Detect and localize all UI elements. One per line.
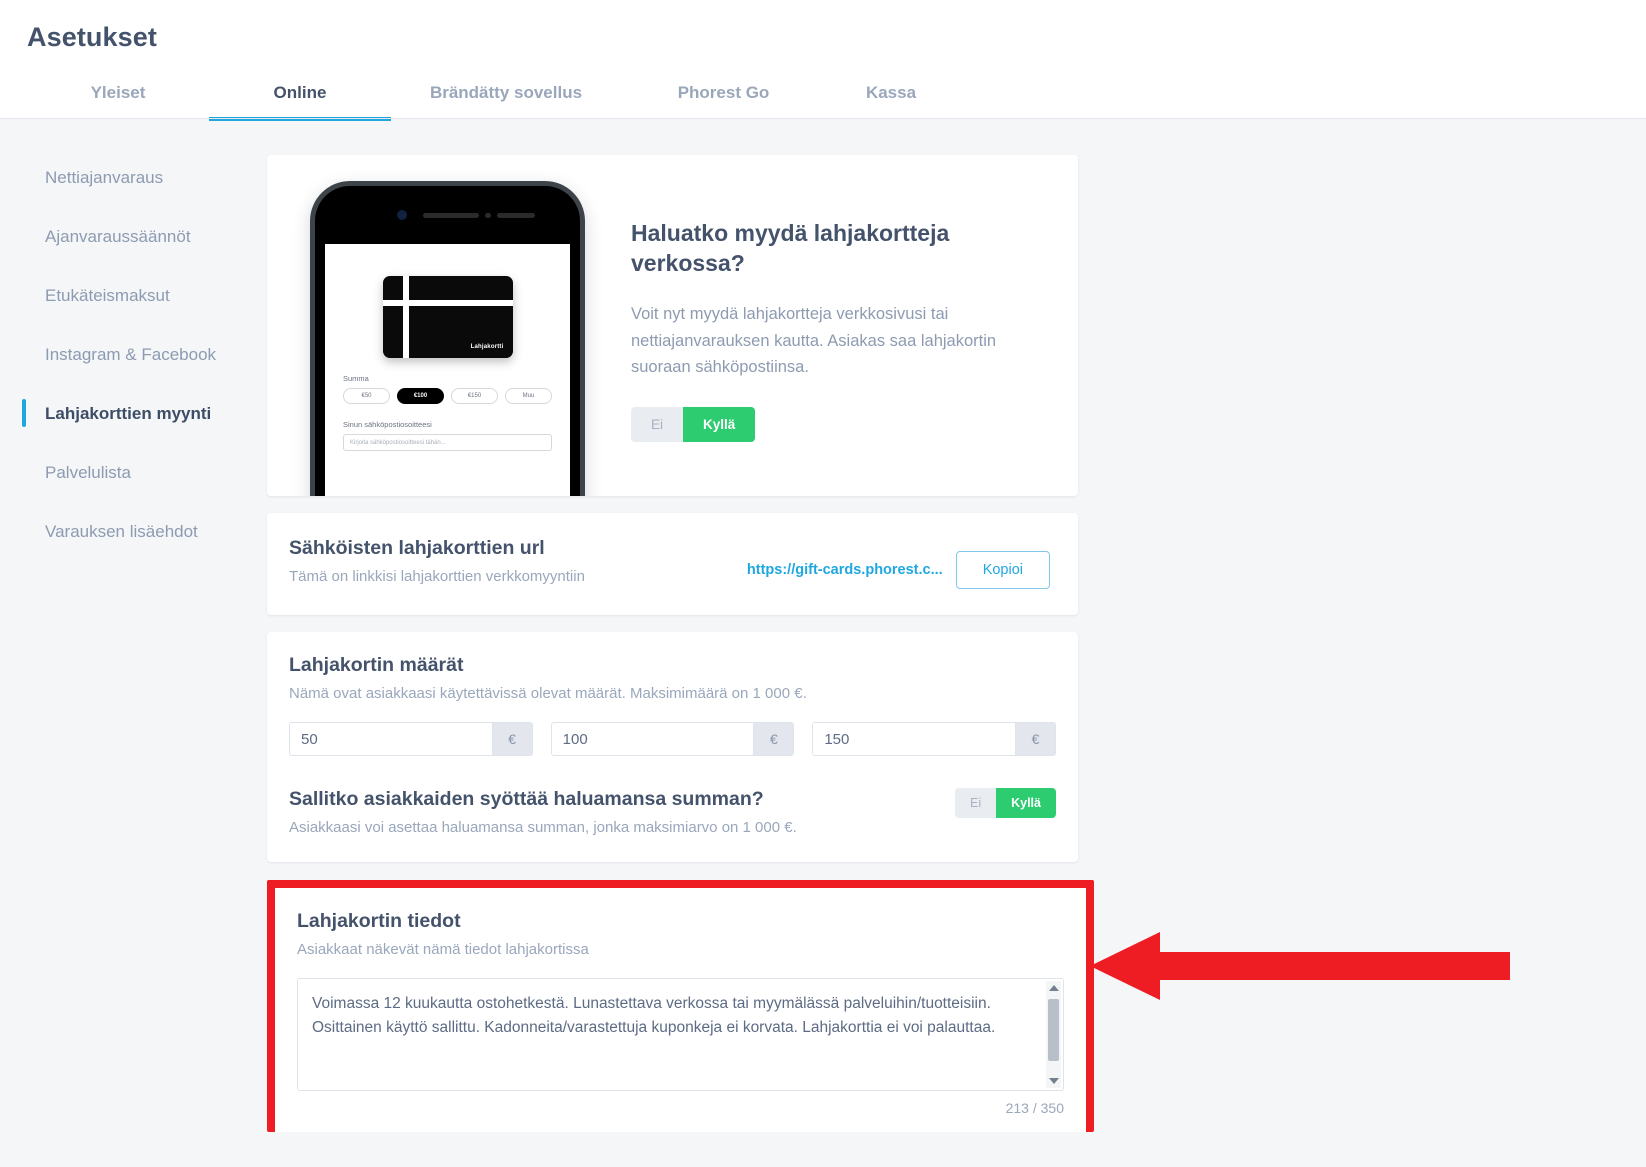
tab-kassa[interactable]: Kassa [826, 74, 956, 121]
sell-online-toggle-no[interactable]: Ei [631, 406, 684, 442]
amount-field-3[interactable]: € [812, 722, 1057, 756]
amount-input-2[interactable] [551, 723, 754, 755]
sidebar-item-instagram-facebook[interactable]: Instagram & Facebook [0, 332, 267, 378]
amounts-section-title: Lahjakortin määrät [289, 654, 464, 676]
promo-text-block: Haluatko myydä lahjakortteja verkossa? V… [631, 219, 1031, 442]
sell-online-toggle[interactable]: Ei Kyllä [631, 406, 756, 442]
sidebar-item-lahjakorttien-myynti[interactable]: Lahjakorttien myynti [0, 391, 267, 437]
details-textarea[interactable]: Voimassa 12 kuukautta ostohetkestä. Luna… [297, 978, 1064, 1091]
phone-amount-label: Summa [343, 374, 369, 383]
gift-card-amounts-card: Lahjakortin määrät Nämä ovat asiakkaasi … [267, 632, 1078, 862]
speaker-icon [423, 213, 479, 218]
camera-icon [397, 210, 407, 220]
amount-fields-row: € € € [289, 722, 1057, 756]
url-section-title: Sähköisten lahjakorttien url [289, 537, 545, 559]
details-textarea-value[interactable]: Voimassa 12 kuukautta ostohetkestä. Luna… [298, 979, 1063, 1050]
phone-email-label: Sinun sähköpostiosoitteesi [343, 420, 432, 429]
allow-custom-toggle-yes[interactable]: Kyllä [996, 788, 1056, 818]
promo-description: Voit nyt myydä lahjakortteja verkkosivus… [631, 304, 997, 377]
sidebar-item-palvelulista[interactable]: Palvelulista [0, 450, 267, 496]
amount-field-1[interactable]: € [289, 722, 533, 756]
sidebar-item-ajanvaraussaannot[interactable]: Ajanvaraussäännöt [0, 214, 267, 260]
sidebar-item-etukateismaksut[interactable]: Etukäteismaksut [0, 273, 267, 319]
amount-input-3[interactable] [813, 723, 1016, 755]
copy-url-button[interactable]: Kopioi [955, 551, 1050, 589]
allow-custom-title: Sallitko asiakkaiden syöttää haluamansa … [289, 788, 764, 810]
scroll-up-arrow-icon[interactable] [1049, 985, 1059, 991]
tab-yleiset[interactable]: Yleiset [27, 74, 209, 121]
allow-custom-subtitle: Asiakkaasi voi asettaa haluamansa summan… [289, 819, 797, 836]
phone-body: Lahjakortti Summa €50 €100 €150 Muu Sinu… [315, 186, 580, 496]
sidebar-item-nettiajanvaraus[interactable]: Nettiajanvaraus [0, 155, 267, 201]
tab-phorest-go[interactable]: Phorest Go [621, 74, 826, 121]
details-character-counter: 213 / 350 [1005, 1100, 1064, 1116]
ribbon-horizontal [382, 300, 513, 306]
settings-tabs: Yleiset Online Brändätty sovellus Phores… [27, 74, 956, 121]
phone-amount-chips: €50 €100 €150 Muu [343, 388, 552, 404]
page-header: Asetukset Yleiset Online Brändätty sovel… [0, 0, 1646, 121]
details-highlight-box: Lahjakortin tiedot Asiakkaat näkevät näm… [267, 880, 1094, 1132]
gift-card-graphic-label: Lahjakortti [470, 344, 504, 350]
phone-mockup: Lahjakortti Summa €50 €100 €150 Muu Sinu… [267, 155, 597, 496]
tab-online[interactable]: Online [209, 74, 391, 121]
phone-chip-150[interactable]: €150 [451, 388, 498, 404]
amounts-spacer [289, 756, 1056, 788]
phone-frame: Lahjakortti Summa €50 €100 €150 Muu Sinu… [310, 181, 585, 496]
settings-sidebar: Nettiajanvaraus Ajanvaraussäännöt Etukät… [0, 119, 267, 568]
amount-currency-suffix-3: € [1015, 723, 1056, 755]
phone-chip-100[interactable]: €100 [397, 388, 444, 404]
tab-brandatty-sovellus[interactable]: Brändätty sovellus [391, 74, 621, 121]
phone-screen: Lahjakortti Summa €50 €100 €150 Muu Sinu… [325, 244, 570, 496]
allow-custom-toggle[interactable]: Ei Kyllä [954, 788, 1056, 818]
phone-notch [315, 186, 580, 244]
details-textarea-scrollbar[interactable] [1046, 981, 1061, 1088]
ribbon-vertical [402, 276, 409, 358]
promo-title: Haluatko myydä lahjakortteja verkossa? [631, 220, 950, 276]
gift-card-details-card: Lahjakortin tiedot Asiakkaat näkevät näm… [275, 888, 1086, 1132]
phone-email-input[interactable]: Kirjoita sähköpostiosoitteesi tähän... [343, 434, 552, 451]
sidebar-item-varauksen-lisaehdot[interactable]: Varauksen lisäehdot [0, 509, 267, 555]
url-text-block: Sähköisten lahjakorttien url Tämä on lin… [289, 537, 585, 585]
url-actions: https://gift-cards.phorest.c... Kopioi [747, 537, 1050, 589]
settings-content: Lahjakortti Summa €50 €100 €150 Muu Sinu… [267, 119, 1646, 1132]
allow-custom-toggle-no[interactable]: Ei [954, 788, 997, 818]
allow-custom-text-block: Sallitko asiakkaiden syöttää haluamansa … [289, 788, 797, 836]
amount-field-2[interactable]: € [550, 722, 795, 756]
allow-custom-amount-row: Sallitko asiakkaiden syöttää haluamansa … [289, 788, 1056, 836]
gift-card-graphic: Lahjakortti [382, 276, 513, 358]
gift-card-promo-card: Lahjakortti Summa €50 €100 €150 Muu Sinu… [267, 155, 1078, 496]
amounts-section-subtitle: Nämä ovat asiakkaasi käytettävissä oleva… [289, 685, 807, 702]
phone-chip-50[interactable]: €50 [343, 388, 390, 404]
speaker-bar-icon [497, 213, 535, 218]
url-section-subtitle: Tämä on linkkisi lahjakorttien verkkomyy… [289, 568, 585, 585]
phone-chip-muu[interactable]: Muu [505, 388, 552, 404]
gift-card-url-card: Sähköisten lahjakorttien url Tämä on lin… [267, 513, 1078, 615]
amount-currency-suffix-1: € [491, 723, 532, 755]
details-section-subtitle: Asiakkaat näkevät nämä tiedot lahjakorti… [297, 941, 589, 958]
amount-currency-suffix-2: € [753, 723, 794, 755]
speaker-dot-icon [485, 213, 491, 218]
sell-online-toggle-yes[interactable]: Kyllä [683, 406, 756, 442]
details-section-title: Lahjakortin tiedot [297, 910, 461, 932]
amount-input-1[interactable] [290, 723, 492, 755]
scrollbar-thumb[interactable] [1048, 999, 1059, 1061]
scroll-down-arrow-icon[interactable] [1049, 1078, 1059, 1084]
gift-card-url-link[interactable]: https://gift-cards.phorest.c... [747, 562, 943, 578]
page-title: Asetukset [27, 22, 157, 52]
